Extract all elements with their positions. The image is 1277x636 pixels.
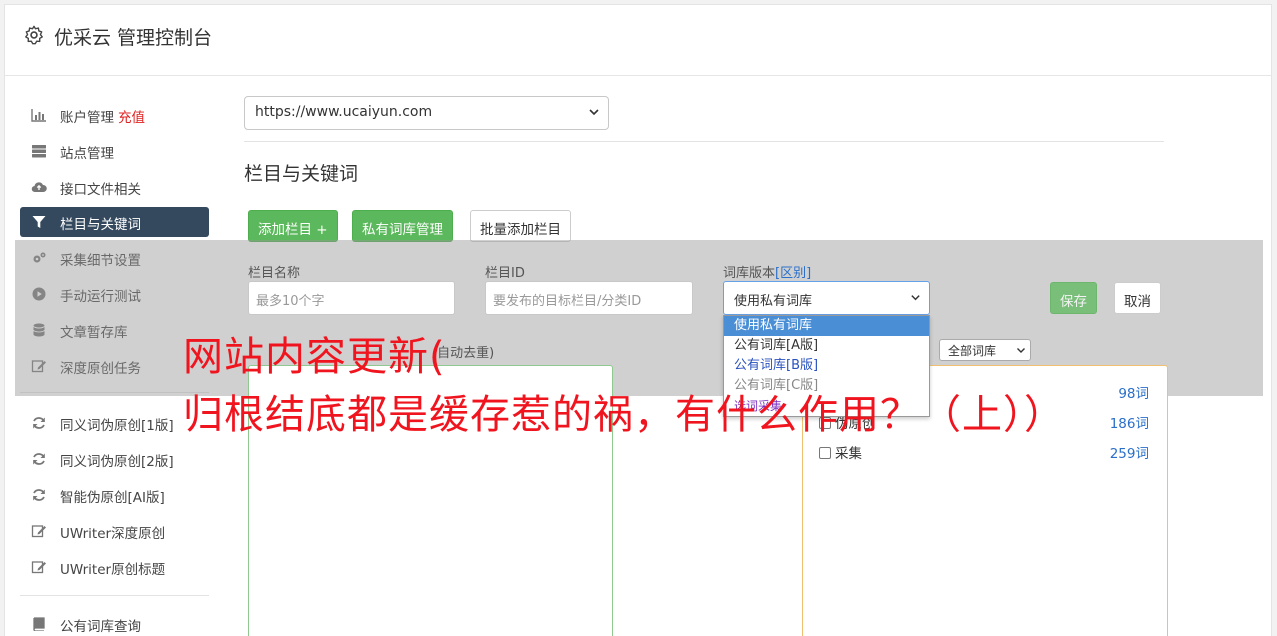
edit-icon	[31, 525, 46, 538]
sidebar-item-label: 站点管理	[60, 146, 114, 162]
page-title: 优采云 管理控制台	[54, 27, 213, 49]
column-id-label: 栏目ID	[485, 266, 525, 281]
watermark-line-2: 归根结底都是缓存惹的祸，有什么作用？（上））	[183, 392, 1065, 438]
save-button[interactable]: 保存	[1050, 282, 1097, 314]
refresh-icon	[33, 489, 45, 501]
gear-icon	[25, 25, 43, 45]
chevron-down-icon	[589, 109, 599, 116]
version-label: 词库版本[区别]	[723, 262, 811, 281]
sidebar-item-label: 接口文件相关	[60, 182, 141, 198]
column-name-label: 栏目名称	[248, 266, 301, 281]
sidebar-item-api[interactable]: 接口文件相关	[20, 172, 209, 202]
sidebar-divider	[20, 595, 209, 596]
recharge-link[interactable]: 充值	[118, 110, 145, 126]
sidebar-item-label: 同义词伪原创[2版]	[60, 454, 174, 470]
book-icon	[33, 617, 45, 631]
dropdown-option[interactable]: 公有词库[A版]	[724, 336, 929, 356]
keyword-label: 采集	[835, 446, 862, 462]
sidebar-item-synonym-v1[interactable]: 同义词伪原创[1版]	[20, 408, 209, 438]
keyword-count: 98词	[1118, 386, 1149, 402]
sidebar-item-label: 智能伪原创[AI版]	[60, 490, 165, 506]
dropdown-option[interactable]: 公有词库[B版]	[724, 356, 929, 376]
version-select-value: 使用私有词库	[734, 294, 813, 309]
sidebar-item-label: UWriter深度原创	[60, 526, 166, 542]
keyword-count: 186词	[1109, 416, 1149, 432]
section-title: 栏目与关键词	[244, 163, 359, 185]
version-select[interactable]: 使用私有词库	[723, 281, 930, 315]
sidebar-item-label: 账户管理	[60, 110, 114, 126]
private-lib-button[interactable]: 私有词库管理	[352, 210, 453, 242]
chevron-down-icon	[1017, 348, 1025, 353]
lib-filter-select[interactable]: 全部词库	[939, 339, 1031, 361]
lib-filter-value: 全部词库	[948, 344, 997, 358]
refresh-icon	[33, 453, 45, 465]
version-label-text: 词库版本	[723, 266, 776, 281]
sidebar-item-label: 同义词伪原创[1版]	[60, 418, 174, 434]
sidebar-item-columns-keywords[interactable]: 栏目与关键词	[20, 207, 209, 237]
server-icon	[32, 145, 46, 158]
sidebar-item-synonym-v2[interactable]: 同义词伪原创[2版]	[20, 444, 209, 474]
edit-icon	[31, 561, 46, 574]
keyword-count: 259词	[1109, 446, 1149, 462]
sidebar-item-account[interactable]: 账户管理 充值	[20, 100, 209, 130]
sidebar-item-label: 栏目与关键词	[60, 217, 141, 233]
sidebar-item-label: UWriter原创标题	[60, 562, 166, 578]
sidebar-item-ai-rewrite[interactable]: 智能伪原创[AI版]	[20, 480, 209, 510]
refresh-icon	[33, 417, 45, 429]
cancel-button[interactable]: 取消	[1114, 282, 1161, 314]
bar-chart-icon	[31, 109, 46, 122]
chevron-down-icon	[911, 295, 920, 301]
add-column-button[interactable]: 添加栏目 +	[248, 210, 338, 242]
site-select-value: https://www.ucaiyun.com	[255, 104, 433, 120]
version-diff-link[interactable]: [区别]	[775, 266, 811, 281]
column-id-input[interactable]: 要发布的目标栏目/分类ID	[485, 281, 693, 315]
column-name-input[interactable]: 最多10个字	[248, 281, 455, 315]
keyword-row[interactable]: 采集 259词	[819, 442, 1149, 462]
sidebar-item-public-lib[interactable]: 公有词库查询	[20, 609, 209, 636]
watermark-line-1: 网站内容更新(	[183, 334, 446, 380]
site-select[interactable]: https://www.ucaiyun.com	[244, 96, 609, 130]
sidebar-item-sites[interactable]: 站点管理	[20, 136, 209, 166]
sidebar-item-label: 公有词库查询	[60, 619, 141, 635]
sidebar-item-uwriter-title[interactable]: UWriter原创标题	[20, 552, 209, 582]
filter-icon	[32, 216, 46, 228]
header: 优采云 管理控制台	[5, 5, 1271, 76]
batch-add-button[interactable]: 批量添加栏目	[470, 210, 571, 242]
divider	[244, 141, 1164, 142]
sidebar-item-uwriter-deep[interactable]: UWriter深度原创	[20, 516, 209, 546]
checkbox[interactable]	[819, 447, 831, 459]
dropdown-option[interactable]: 使用私有词库	[724, 316, 929, 336]
cloud-upload-icon	[31, 182, 47, 193]
